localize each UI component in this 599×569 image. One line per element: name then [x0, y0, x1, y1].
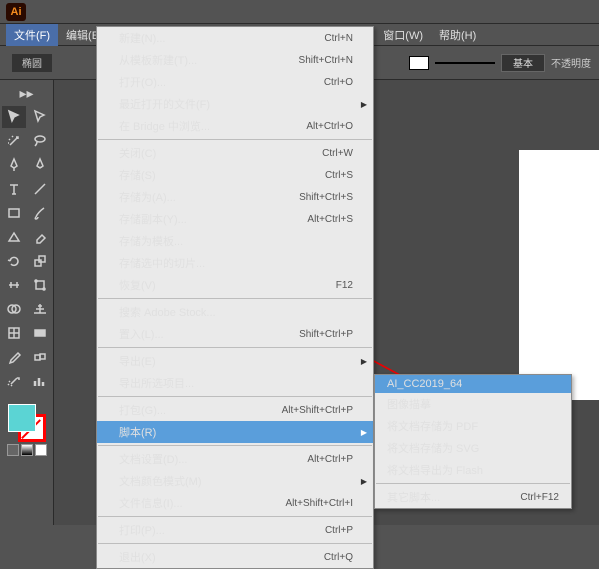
- script-submenu: AI_CC2019_64图像描摹将文档存储为 PDF将文档存储为 SVG将文档导…: [374, 374, 572, 509]
- menu-item[interactable]: 最近打开的文件(F)▶: [97, 93, 373, 115]
- menu-item[interactable]: 关闭(C)Ctrl+W: [97, 142, 373, 164]
- eyedropper-tool[interactable]: [2, 346, 26, 368]
- menu-item[interactable]: 存储(S)Ctrl+S: [97, 164, 373, 186]
- menu-8[interactable]: 帮助(H): [431, 24, 484, 46]
- menu-0[interactable]: 文件(F): [6, 24, 58, 46]
- menu-item[interactable]: 存储选中的切片...: [97, 252, 373, 274]
- submenu-arrow-icon: ▶: [361, 100, 367, 109]
- magic-wand-tool[interactable]: [2, 130, 26, 152]
- color-mode-color-icon[interactable]: [7, 444, 19, 456]
- mesh-tool[interactable]: [2, 322, 26, 344]
- column-graph-tool[interactable]: [28, 370, 52, 392]
- rectangle-tool[interactable]: [2, 202, 26, 224]
- menu-separator: [98, 543, 372, 544]
- menu-item[interactable]: 置入(L)...Shift+Ctrl+P: [97, 323, 373, 345]
- menu-item[interactable]: 新建(N)...Ctrl+N: [97, 27, 373, 49]
- submenu-arrow-icon: ▶: [361, 428, 367, 437]
- blend-tool[interactable]: [28, 346, 52, 368]
- menu-item[interactable]: 文档颜色模式(M)▶: [97, 470, 373, 492]
- type-tool[interactable]: [2, 178, 26, 200]
- submenu-item[interactable]: 将文档导出为 Flash: [375, 459, 571, 481]
- selection-tool[interactable]: [2, 106, 26, 128]
- menu-item[interactable]: 从模板新建(T)...Shift+Ctrl+N: [97, 49, 373, 71]
- submenu-arrow-icon: ▶: [361, 477, 367, 486]
- line-segment-tool[interactable]: [28, 178, 52, 200]
- free-transform-tool[interactable]: [28, 274, 52, 296]
- eraser-tool[interactable]: [28, 226, 52, 248]
- submenu-item[interactable]: 将文档存储为 SVG: [375, 437, 571, 459]
- tools-collapse-icon[interactable]: ▸▸: [2, 82, 52, 104]
- menu-item[interactable]: 文件信息(I)...Alt+Shift+Ctrl+I: [97, 492, 373, 514]
- shaper-tool[interactable]: [2, 226, 26, 248]
- menu-separator: [98, 347, 372, 348]
- submenu-item[interactable]: 图像描摹: [375, 393, 571, 415]
- shape-builder-tool[interactable]: [2, 298, 26, 320]
- gradient-tool[interactable]: [28, 322, 52, 344]
- menu-separator: [98, 139, 372, 140]
- rotate-tool[interactable]: [2, 250, 26, 272]
- scale-tool[interactable]: [28, 250, 52, 272]
- toolbox: ▸▸: [0, 80, 54, 525]
- menu-item[interactable]: 导出所选项目...: [97, 372, 373, 394]
- perspective-grid-tool[interactable]: [28, 298, 52, 320]
- curvature-tool[interactable]: [28, 154, 52, 176]
- menu-item[interactable]: 在 Bridge 中浏览...Alt+Ctrl+O: [97, 115, 373, 137]
- paintbrush-tool[interactable]: [28, 202, 52, 224]
- color-picker: [7, 404, 47, 456]
- menu-separator: [98, 298, 372, 299]
- menu-item[interactable]: 导出(E)▶: [97, 350, 373, 372]
- menu-7[interactable]: 窗口(W): [375, 24, 431, 46]
- stroke-weight-preview: [435, 62, 495, 64]
- symbol-sprayer-tool[interactable]: [2, 370, 26, 392]
- menu-item[interactable]: 打包(G)...Alt+Shift+Ctrl+P: [97, 399, 373, 421]
- menu-item[interactable]: 存储为(A)...Shift+Ctrl+S: [97, 186, 373, 208]
- menu-separator: [98, 445, 372, 446]
- menu-item[interactable]: 打印(P)...Ctrl+P: [97, 519, 373, 541]
- brush-preset-dropdown[interactable]: 基本: [501, 54, 545, 72]
- artboard[interactable]: [519, 150, 599, 400]
- tool-grid: ▸▸: [2, 82, 52, 392]
- menu-separator: [98, 516, 372, 517]
- menu-item[interactable]: 存储副本(Y)...Alt+Ctrl+S: [97, 208, 373, 230]
- color-mode-none-icon[interactable]: [35, 444, 47, 456]
- file-menu-dropdown: 新建(N)...Ctrl+N从模板新建(T)...Shift+Ctrl+N打开(…: [96, 26, 374, 569]
- lasso-tool[interactable]: [28, 130, 52, 152]
- submenu-item[interactable]: AI_CC2019_64: [375, 375, 571, 393]
- menu-item[interactable]: 搜索 Adobe Stock...: [97, 301, 373, 323]
- menu-item[interactable]: 脚本(R)▶: [97, 421, 373, 443]
- submenu-arrow-icon: ▶: [361, 357, 367, 366]
- menu-item[interactable]: 存储为模板...: [97, 230, 373, 252]
- opacity-label: 不透明度: [551, 55, 591, 70]
- menu-item[interactable]: 文档设置(D)...Alt+Ctrl+P: [97, 448, 373, 470]
- document-tab[interactable]: 椭圆: [12, 54, 52, 72]
- titlebar: Ai: [0, 0, 599, 24]
- menu-separator: [98, 396, 372, 397]
- submenu-item[interactable]: 其它脚本...Ctrl+F12: [375, 486, 571, 508]
- direct-selection-tool[interactable]: [28, 106, 52, 128]
- menu-separator: [376, 483, 570, 484]
- width-tool[interactable]: [2, 274, 26, 296]
- menu-item[interactable]: 退出(X)Ctrl+Q: [97, 546, 373, 568]
- fill-color-swatch[interactable]: [8, 404, 36, 432]
- stroke-swatch[interactable]: [409, 56, 429, 70]
- submenu-item[interactable]: 将文档存储为 PDF: [375, 415, 571, 437]
- color-mode-gradient-icon[interactable]: [21, 444, 33, 456]
- pen-tool[interactable]: [2, 154, 26, 176]
- app-logo: Ai: [6, 3, 26, 21]
- fill-stroke-swatch[interactable]: [8, 404, 46, 442]
- menu-item[interactable]: 打开(O)...Ctrl+O: [97, 71, 373, 93]
- menu-item: 恢复(V)F12: [97, 274, 373, 296]
